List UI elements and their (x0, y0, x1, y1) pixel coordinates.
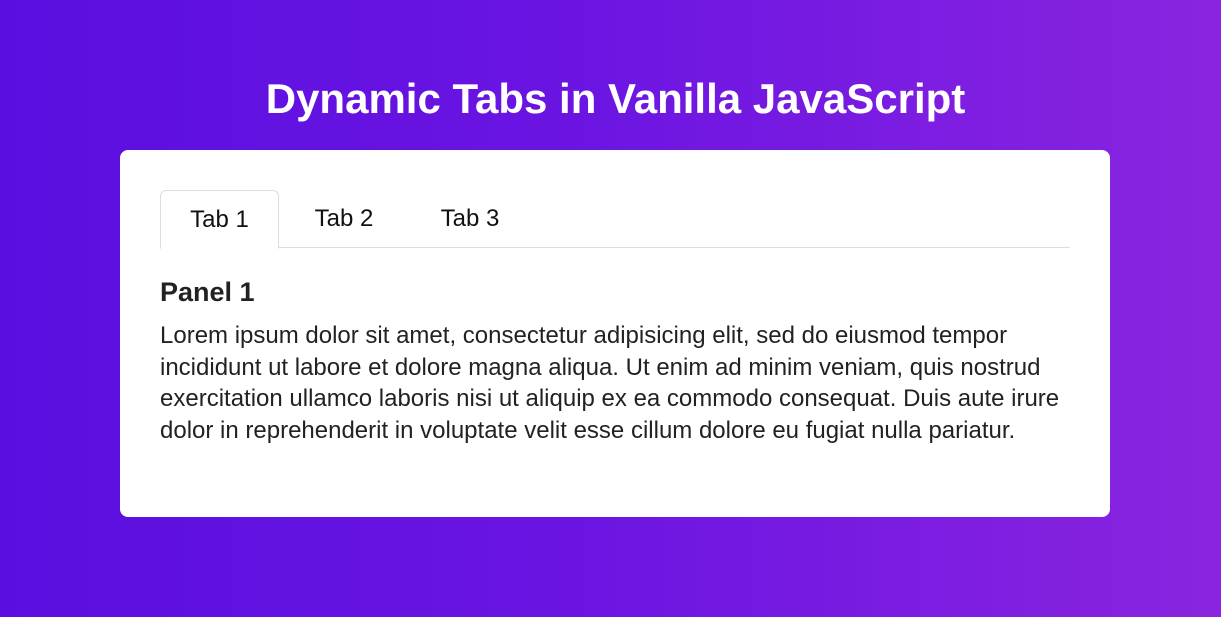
panel-title: Panel 1 (160, 277, 255, 307)
tabs-card: Tab 1 Tab 2 Tab 3 Panel 1 Lorem ipsum do… (120, 150, 1110, 517)
tab-panel: Panel 1 Lorem ipsum dolor sit amet, cons… (160, 274, 1075, 446)
panel-body: Lorem ipsum dolor sit amet, consectetur … (160, 322, 1060, 444)
tab-1[interactable]: Tab 1 (160, 190, 279, 249)
tab-3[interactable]: Tab 3 (420, 190, 520, 248)
tab-2[interactable]: Tab 2 (294, 190, 394, 248)
tab-bar: Tab 1 Tab 2 Tab 3 (160, 190, 1070, 249)
page-title: Dynamic Tabs in Vanilla JavaScript (265, 75, 966, 122)
